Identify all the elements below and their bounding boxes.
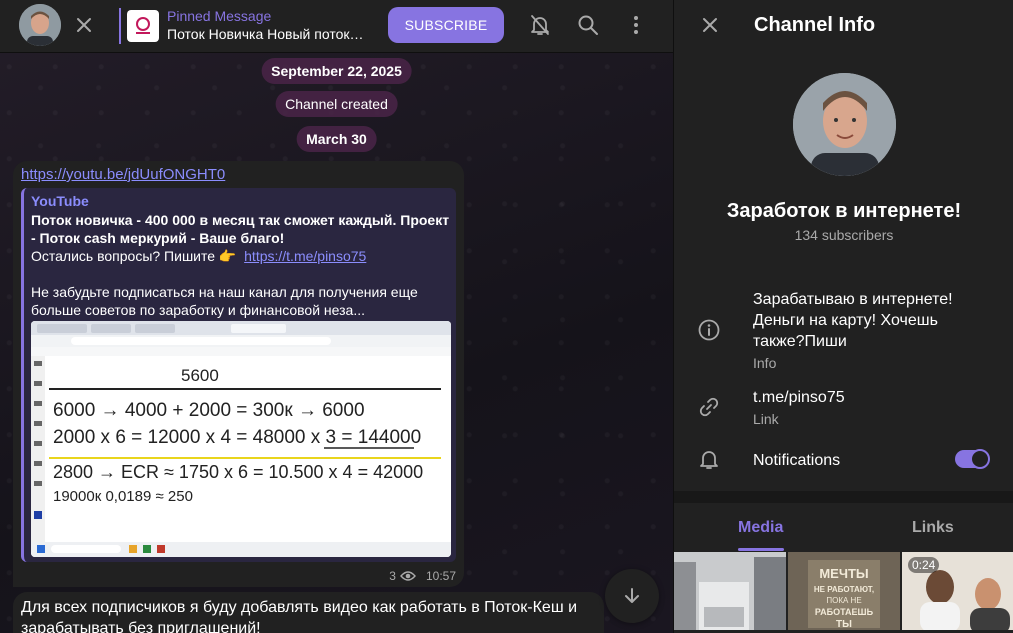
service-message: Channel created	[275, 91, 398, 117]
whiteboard-text: 19000к 0,0189 ≈ 250	[53, 488, 193, 505]
svg-text:МЕЧТЫ: МЕЧТЫ	[819, 566, 868, 581]
preview-desc-text: Не забудьте подписаться на наш канал для…	[31, 284, 418, 318]
toggle-knob	[970, 449, 990, 469]
description-label: Info	[753, 355, 777, 371]
media-item[interactable]	[674, 552, 786, 630]
channel-info-panel: Channel Info Заработок в интернете! 134 …	[673, 0, 1013, 633]
view-count: 3	[389, 569, 396, 583]
media-grid: МЕЧТЫ НЕ РАБОТАЮТ, ПОКА НЕ РАБОТАЕШЬ ТЫ …	[674, 552, 1013, 633]
tab-links[interactable]: Links	[912, 519, 954, 537]
message-text: Для всех подписчиков я буду добавлять ви…	[21, 599, 578, 633]
search-button[interactable]	[568, 5, 608, 45]
close-icon	[703, 18, 717, 32]
svg-text:ТЫ: ТЫ	[836, 619, 852, 630]
pinned-thumbnail	[127, 10, 159, 42]
channel-description[interactable]: Зарабатываю в интернете! Деньги на карту…	[753, 289, 983, 352]
preview-description: Остались вопросы? Пишите 👉 https://t.me/…	[31, 247, 456, 319]
arrow-down-icon	[625, 588, 639, 603]
channel-avatar-large[interactable]	[793, 73, 896, 176]
whiteboard-text: 5600	[181, 366, 219, 385]
date-separator: March 30	[296, 126, 377, 152]
preview-desc-link[interactable]: https://t.me/pinso75	[244, 248, 366, 264]
logo-icon	[136, 17, 150, 34]
bell-icon	[696, 446, 722, 472]
search-icon	[578, 15, 598, 35]
close-chat-button[interactable]	[64, 5, 104, 45]
channel-avatar[interactable]	[19, 4, 61, 46]
video-duration: 0:24	[908, 557, 940, 573]
message-bubble[interactable]: Для всех подписчиков я буду добавлять ви…	[13, 592, 604, 633]
svg-text:НЕ РАБОТАЮТ,: НЕ РАБОТАЮТ,	[814, 585, 874, 594]
bell-off-icon	[531, 15, 549, 35]
close-icon	[77, 18, 91, 32]
media-tabs: Media Links	[674, 503, 1013, 551]
channel-link[interactable]: t.me/pinso75	[753, 387, 983, 408]
notifications-label: Notifications	[753, 452, 841, 469]
message-meta: 3 10:57	[389, 569, 456, 583]
message-bubble[interactable]: https://youtu.be/jdUufONGHT0 YouTube Пот…	[13, 161, 464, 587]
close-info-button[interactable]	[690, 5, 730, 45]
link-icon	[696, 394, 722, 420]
subscriber-count: 134 subscribers	[794, 227, 894, 243]
message-time: 10:57	[425, 569, 456, 583]
preview-image[interactable]: 5600 6000 → 4000 + 2000 = 300к → 6000 20…	[31, 321, 451, 557]
media-item[interactable]: МЕЧТЫ НЕ РАБОТАЮТ, ПОКА НЕ РАБОТАЕШЬ ТЫ	[788, 552, 900, 630]
preview-title: Поток новичка - 400 000 в месяц так смож…	[31, 212, 450, 246]
whiteboard-text: 2000 x 6 = 12000 x 4 = 48000 x 3 = 14400…	[53, 427, 421, 448]
more-vertical-icon	[634, 16, 638, 34]
whiteboard-text: 2800 → ECR ≈ 1750 x 6 = 10.500 x 4 = 420…	[53, 462, 423, 482]
panel-title: Channel Info	[754, 14, 876, 36]
link-preview[interactable]: YouTube Поток новичка - 400 000 в месяц …	[21, 188, 456, 562]
link-label: Link	[753, 411, 779, 427]
pinned-title: Pinned Message	[167, 8, 272, 24]
whiteboard-text: 6000 → 4000 + 2000 = 300к → 6000	[53, 400, 365, 421]
date-separator: September 22, 2025	[261, 58, 412, 84]
info-icon	[696, 317, 722, 343]
preview-site-name: YouTube	[31, 193, 89, 209]
svg-text:РАБОТАЕШЬ: РАБОТАЕШЬ	[815, 607, 874, 617]
tab-media[interactable]: Media	[738, 519, 783, 537]
pinned-text: Поток Новичка Новый поток…	[167, 26, 364, 42]
eye-icon	[400, 571, 416, 581]
chat-panel: Pinned Message Поток Новичка Новый поток…	[0, 0, 673, 633]
chat-header: Pinned Message Поток Новичка Новый поток…	[0, 0, 673, 53]
preview-desc-text: Остались вопросы? Пишите 👉	[31, 248, 237, 264]
subscribe-button[interactable]: SUBSCRIBE	[388, 7, 504, 43]
section-divider	[674, 491, 1013, 503]
svg-text:ПОКА НЕ: ПОКА НЕ	[826, 596, 861, 605]
channel-name: Заработок в интернете!	[726, 200, 962, 222]
pinned-message[interactable]: Pinned Message Поток Новичка Новый поток…	[119, 8, 379, 44]
mute-button[interactable]	[520, 5, 560, 45]
media-item[interactable]: 0:24	[902, 552, 1013, 630]
message-link[interactable]: https://youtu.be/jdUufONGHT0	[21, 166, 225, 183]
more-button[interactable]	[616, 5, 656, 45]
scroll-down-button[interactable]	[605, 569, 659, 623]
active-tab-indicator	[738, 548, 784, 551]
notifications-toggle[interactable]	[955, 449, 990, 469]
